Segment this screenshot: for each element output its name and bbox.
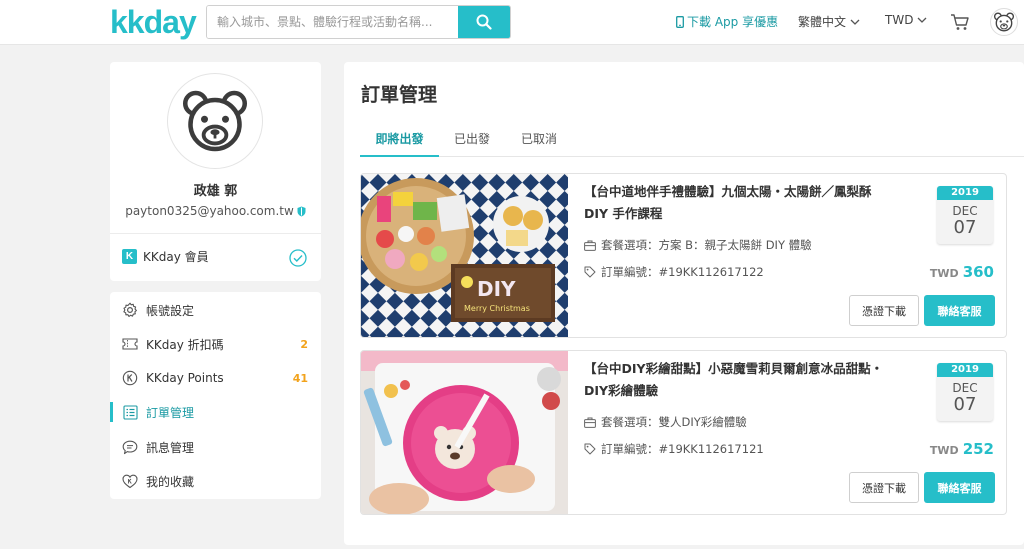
- points-icon: [121, 369, 139, 387]
- tab-upcoming[interactable]: 即將出發: [360, 127, 439, 157]
- menu-item-points[interactable]: KKday Points 41: [110, 361, 321, 395]
- order-price: TWD 360: [930, 263, 994, 281]
- order-number: 訂單編號：#19KK112617122: [584, 264, 764, 280]
- gear-icon: [121, 301, 139, 319]
- menu-item-favorites[interactable]: 我的收藏: [110, 464, 321, 498]
- bear-avatar-icon: [182, 90, 248, 152]
- order-image[interactable]: DIY Merry Christmas: [361, 174, 568, 337]
- order-price: TWD 252: [930, 440, 994, 458]
- voucher-download-button[interactable]: 憑證下載: [849, 472, 919, 503]
- tab-cancelled[interactable]: 已取消: [513, 127, 565, 157]
- date-month: DEC: [952, 381, 978, 395]
- divider: [110, 233, 321, 234]
- coupon-count: 2: [300, 337, 308, 351]
- package-icon: [584, 240, 596, 251]
- member-status: K KKday 會員: [122, 248, 209, 265]
- menu-item-label: 訊息管理: [146, 440, 195, 455]
- voucher-download-button[interactable]: 憑證下載: [849, 295, 919, 326]
- message-icon: [121, 438, 139, 456]
- kkday-k-icon: K: [122, 249, 137, 264]
- bear-avatar-icon: [993, 12, 1015, 32]
- order-number-text: 訂單編號：#19KK112617122: [601, 265, 764, 279]
- image-christmas-text: Merry Christmas: [464, 304, 530, 313]
- departure-date: 2019 DEC 07: [937, 363, 993, 421]
- app-download-label: 下載 App 享優惠: [687, 15, 779, 29]
- top-header: kkday 下載 App 享優惠 繁體中文 TWD: [0, 0, 1024, 45]
- profile-card: 政雄 郭 payton0325@yahoo.com.tw K KKday 會員: [110, 62, 321, 281]
- currency-selector[interactable]: TWD: [885, 13, 927, 27]
- menu-item-account-settings[interactable]: 帳號設定: [110, 293, 321, 327]
- contact-support-button[interactable]: 聯絡客服: [924, 295, 995, 326]
- avatar[interactable]: [990, 8, 1018, 36]
- tag-icon: [584, 266, 596, 278]
- orders-panel: 訂單管理 即將出發 已出發 已取消 DIY Merry Christmas 【台…: [344, 62, 1024, 545]
- image-diy-text: DIY: [477, 277, 516, 301]
- price-currency: TWD: [929, 267, 959, 280]
- menu-item-label: KKday Points: [146, 371, 224, 385]
- menu-item-messages[interactable]: 訊息管理: [110, 430, 321, 464]
- date-year: 2019: [937, 363, 993, 377]
- heart-icon: [121, 472, 139, 490]
- points-count: 41: [292, 371, 308, 385]
- order-card: DIY Merry Christmas 【台中道地伴手禮體驗】九個太陽・太陽餅／…: [360, 173, 1007, 338]
- menu-item-coupons[interactable]: KKday 折扣碼 2: [110, 327, 321, 361]
- menu-item-label: 訂單管理: [146, 405, 195, 420]
- menu-item-label: 帳號設定: [146, 303, 195, 318]
- user-email: payton0325@yahoo.com.tw: [125, 204, 294, 218]
- account-menu: 帳號設定 KKday 折扣碼 2 KKday Points 41 訂單管理 訊息…: [110, 292, 321, 499]
- order-list-icon: [121, 403, 139, 421]
- price-amount: 252: [962, 440, 994, 458]
- date-year: 2019: [937, 186, 993, 200]
- tag-icon: [584, 443, 596, 455]
- app-download-link[interactable]: 下載 App 享優惠: [676, 13, 778, 30]
- tab-departed[interactable]: 已出發: [446, 127, 498, 157]
- search-input[interactable]: [207, 6, 459, 38]
- order-tabs: 即將出發 已出發 已取消: [360, 127, 1024, 157]
- product-photo-dessert-painting: [361, 351, 568, 514]
- order-package: 套餐選項：雙人DIY彩繪體驗: [584, 414, 747, 430]
- search-bar: [206, 5, 511, 39]
- menu-item-label: KKday 折扣碼: [146, 337, 224, 352]
- order-package: 套餐選項：方案 B：親子太陽餅 DIY 體驗: [584, 237, 812, 253]
- contact-support-button[interactable]: 聯絡客服: [924, 472, 995, 503]
- search-icon: [476, 14, 492, 30]
- order-card: 【台中DIY彩繪甜點】小惡魔雪莉貝爾創意冰品甜點・DIY彩繪體驗 套餐選項：雙人…: [360, 350, 1007, 515]
- package-text: 套餐選項：方案 B：親子太陽餅 DIY 體驗: [601, 238, 812, 252]
- departure-date: 2019 DEC 07: [937, 186, 993, 244]
- date-day: 07: [953, 217, 977, 238]
- language-label: 繁體中文: [798, 15, 847, 29]
- cart-button[interactable]: [950, 12, 970, 36]
- coupon-icon: [121, 335, 139, 353]
- price-amount: 360: [962, 263, 994, 281]
- verified-shield-icon: [297, 206, 306, 216]
- currency-label: TWD: [885, 13, 914, 27]
- order-title[interactable]: 【台中道地伴手禮體驗】九個太陽・太陽餅／鳳梨酥 DIY 手作課程: [584, 181, 894, 225]
- member-label: KKday 會員: [143, 250, 209, 264]
- price-currency: TWD: [929, 444, 959, 457]
- date-month: DEC: [952, 204, 978, 218]
- order-title[interactable]: 【台中DIY彩繪甜點】小惡魔雪莉貝爾創意冰品甜點・DIY彩繪體驗: [584, 358, 894, 402]
- profile-avatar[interactable]: [167, 73, 263, 169]
- order-number: 訂單編號：#19KK112617121: [584, 441, 764, 457]
- menu-item-orders[interactable]: 訂單管理: [110, 395, 321, 429]
- chevron-down-icon: [917, 17, 927, 23]
- chevron-down-icon: [850, 19, 860, 25]
- order-number-text: 訂單編號：#19KK112617121: [601, 442, 764, 456]
- product-photo-sun-cake: DIY Merry Christmas: [361, 174, 568, 337]
- search-button[interactable]: [458, 6, 510, 38]
- page-title: 訂單管理: [361, 84, 438, 106]
- check-circle-icon: [289, 249, 307, 271]
- user-name: 政雄 郭: [193, 184, 238, 199]
- package-icon: [584, 417, 596, 428]
- package-text: 套餐選項：雙人DIY彩繪體驗: [601, 415, 747, 429]
- order-image[interactable]: [361, 351, 568, 514]
- language-selector[interactable]: 繁體中文: [798, 13, 860, 30]
- menu-item-label: 我的收藏: [146, 474, 195, 489]
- phone-icon: [676, 15, 684, 28]
- date-day: 07: [953, 394, 977, 415]
- cart-icon: [951, 14, 969, 30]
- user-email-row: payton0325@yahoo.com.tw: [110, 204, 321, 218]
- kkday-logo[interactable]: kkday: [110, 3, 197, 41]
